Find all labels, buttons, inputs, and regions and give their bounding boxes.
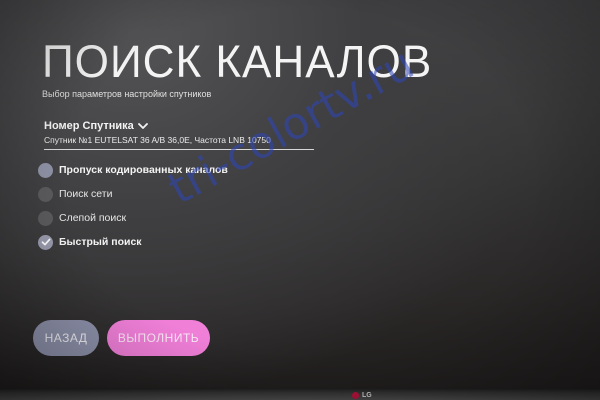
brand-text: LG: [362, 392, 372, 399]
satellite-selector-label: Номер Спутника: [44, 120, 134, 132]
back-button[interactable]: НАЗАД: [33, 320, 99, 356]
satellite-selector-value: Спутник №1 EUTELSAT 36 A/B 36,0E, Частот…: [44, 135, 271, 145]
option-blind-search[interactable]: Слепой поиск: [38, 206, 228, 230]
tv-bezel: LG: [0, 388, 600, 400]
page-subtitle: Выбор параметров настройки спутников: [42, 89, 212, 99]
option-quick-search[interactable]: Быстрый поиск: [38, 230, 228, 254]
option-label: Пропуск кодированных каналов: [59, 164, 228, 176]
page-title: ПОИСК КАНАЛОВ: [42, 36, 433, 87]
option-label: Поиск сети: [59, 188, 113, 200]
radio-unchecked-icon[interactable]: [38, 186, 53, 202]
radio-unchecked-icon[interactable]: [38, 162, 53, 178]
check-icon: [41, 238, 50, 246]
satellite-selector[interactable]: Номер Спутника Спутник №1 EUTELSAT 36 A/…: [44, 120, 314, 150]
brand-logo: LG: [352, 392, 372, 399]
option-label: Слепой поиск: [59, 212, 127, 224]
lg-logo-icon: [352, 392, 359, 399]
satellite-selector-label-row[interactable]: Номер Спутника: [44, 120, 314, 132]
option-label: Быстрый поиск: [59, 236, 142, 248]
radio-unchecked-icon[interactable]: [38, 210, 53, 226]
channel-search-screen: ПОИСК КАНАЛОВ Выбор параметров настройки…: [0, 0, 600, 400]
run-button[interactable]: ВЫПОЛНИТЬ: [107, 320, 210, 356]
radio-checked-icon[interactable]: [38, 234, 53, 250]
option-skip-encrypted[interactable]: Пропуск кодированных каналов: [38, 158, 228, 182]
option-network-search[interactable]: Поиск сети: [38, 182, 228, 206]
search-options-list: Пропуск кодированных каналов Поиск сети …: [38, 158, 228, 254]
chevron-down-icon[interactable]: [137, 122, 148, 130]
